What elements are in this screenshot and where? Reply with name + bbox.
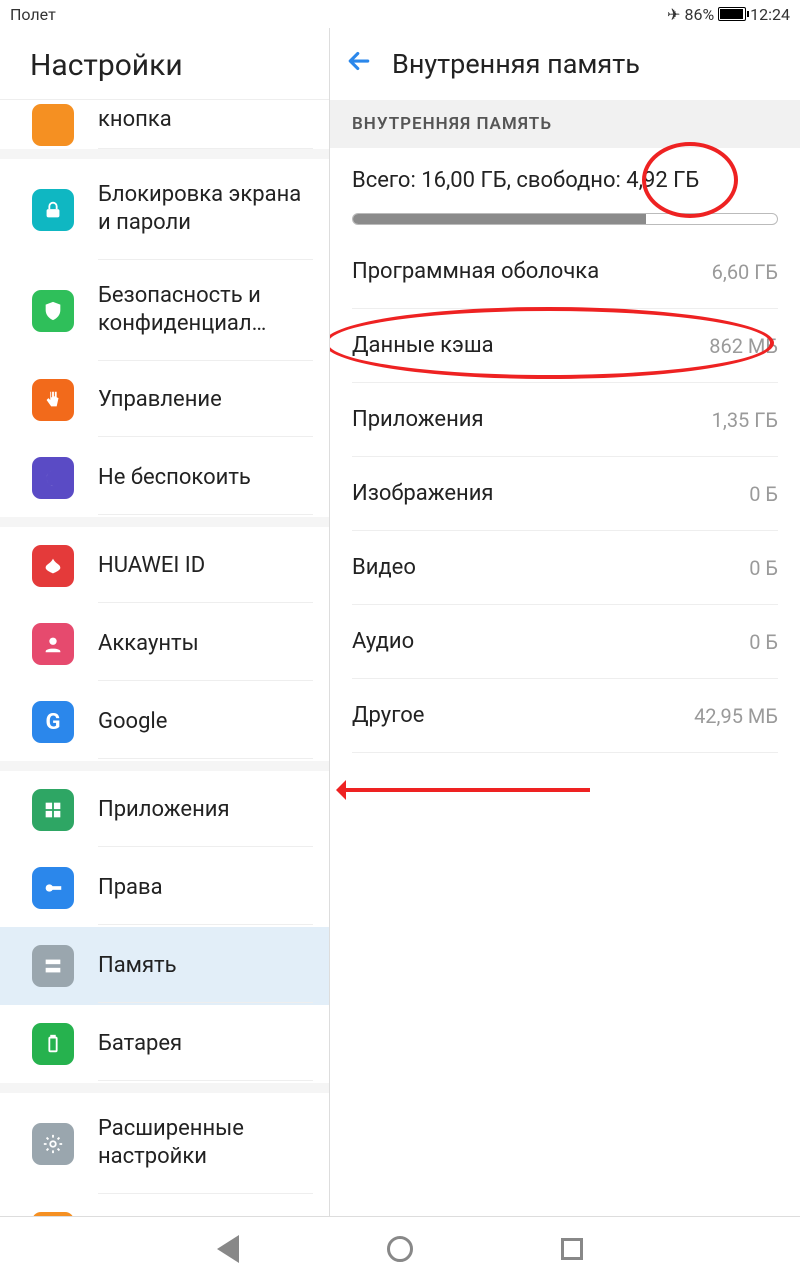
annotation-arrow	[340, 788, 590, 792]
status-bar: Полет ✈ 86% 12:24	[0, 0, 800, 28]
row-audio[interactable]: Аудио 0 Б	[352, 605, 778, 679]
section-header: ВНУТРЕННЯЯ ПАМЯТЬ	[330, 100, 800, 148]
sidebar-item-button[interactable]: кнопка	[0, 100, 329, 149]
update-icon	[32, 1212, 74, 1216]
row-other[interactable]: Другое 42,95 МБ	[352, 679, 778, 753]
sidebar-item-update[interactable]: Обновление	[0, 1194, 329, 1216]
nav-home[interactable]	[384, 1233, 416, 1265]
google-icon: G	[32, 701, 74, 743]
row-images[interactable]: Изображения 0 Б	[352, 457, 778, 531]
row-video[interactable]: Видео 0 Б	[352, 531, 778, 605]
settings-sidebar: Настройки кнопка Блокировка экрана и пар…	[0, 28, 330, 1216]
storage-icon	[32, 945, 74, 987]
gear-icon	[32, 1123, 74, 1165]
sidebar-item-lockscreen[interactable]: Блокировка экрана и пароли	[0, 159, 329, 260]
nav-back[interactable]	[212, 1233, 244, 1265]
storage-progress-bar	[352, 213, 778, 225]
sidebar-item-dnd[interactable]: Не беспокоить	[0, 439, 329, 517]
person-icon	[32, 623, 74, 665]
battery-item-icon	[32, 1023, 74, 1065]
page-title: Внутренняя память	[392, 48, 640, 80]
key-icon	[32, 867, 74, 909]
row-system[interactable]: Программная оболочка 6,60 ГБ	[352, 235, 778, 309]
sidebar-item-security[interactable]: Безопасность и конфиденциал…	[0, 260, 329, 361]
storage-summary: Всего: 16,00 ГБ, свободно: 4,92 ГБ	[330, 148, 800, 235]
storage-panel: Внутренняя память ВНУТРЕННЯЯ ПАМЯТЬ Всег…	[330, 28, 800, 1216]
back-button[interactable]	[344, 46, 374, 82]
nav-recent[interactable]	[556, 1233, 588, 1265]
shield-icon	[32, 290, 74, 332]
sidebar-item-advanced[interactable]: Расширенные настройки	[0, 1093, 329, 1194]
airplane-mode-icon: ✈	[667, 5, 680, 24]
sidebar-item-google[interactable]: G Google	[0, 683, 329, 761]
sidebar-title: Настройки	[0, 28, 329, 100]
huawei-icon	[32, 545, 74, 587]
nav-bar	[0, 1216, 800, 1280]
carrier-label: Полет	[10, 5, 56, 24]
sidebar-item-permissions[interactable]: Права	[0, 849, 329, 927]
row-cache[interactable]: Данные кэша 862 МБ	[352, 309, 778, 383]
battery-percent: 86%	[684, 5, 714, 24]
clock: 12:24	[750, 5, 790, 24]
lock-icon	[32, 189, 74, 231]
sidebar-item-huawei-id[interactable]: HUAWEI ID	[0, 527, 329, 605]
sidebar-item-storage[interactable]: Память	[0, 927, 329, 1005]
row-apps[interactable]: Приложения 1,35 ГБ	[352, 383, 778, 457]
storage-summary-text: Всего: 16,00 ГБ, свободно: 4,92 ГБ	[352, 168, 778, 193]
hand-icon	[32, 379, 74, 421]
sidebar-item-battery[interactable]: Батарея	[0, 1005, 329, 1083]
moon-icon	[32, 457, 74, 499]
apps-icon	[32, 789, 74, 831]
sidebar-item-accounts[interactable]: Аккаунты	[0, 605, 329, 683]
sidebar-item-accessibility[interactable]: Управление	[0, 361, 329, 439]
battery-icon	[718, 7, 746, 21]
button-icon	[32, 104, 74, 146]
sidebar-item-apps[interactable]: Приложения	[0, 771, 329, 849]
